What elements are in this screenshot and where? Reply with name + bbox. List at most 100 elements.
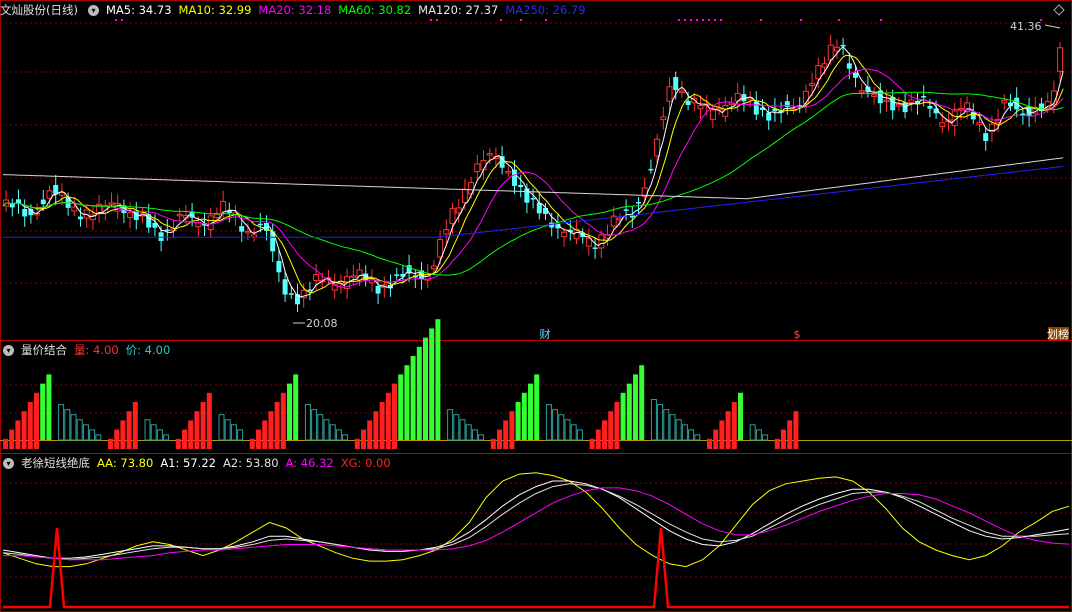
volume-bar-base (3, 440, 8, 449)
volume-bar-base (497, 440, 502, 449)
volume-bar-base (175, 440, 181, 449)
candle-body (697, 105, 704, 110)
candle-body (158, 232, 164, 241)
series-xg-line (3, 527, 1069, 609)
volume-bar (639, 365, 645, 440)
volume-bar (497, 429, 502, 440)
low-label: 20.08 (306, 317, 338, 330)
volume-bar (793, 411, 799, 440)
volume-bar (293, 374, 299, 440)
price-bar (478, 434, 485, 441)
price-bar (755, 429, 762, 441)
volume-bar-base (379, 440, 385, 449)
price-bar (465, 424, 472, 441)
volume-bar (206, 392, 212, 440)
ma60-line (2, 91, 1064, 276)
price-bar (311, 409, 318, 441)
price-bar (304, 404, 311, 441)
candle-body (455, 207, 462, 214)
volume-bar-base (34, 440, 39, 449)
signal-dot (520, 19, 522, 21)
volume-bar (719, 420, 725, 440)
candle-body (673, 77, 679, 91)
volume-bar-base (188, 440, 194, 449)
chevron-down-icon[interactable]: ▾ (3, 344, 14, 356)
signal-dot (720, 19, 722, 21)
volume-bar (626, 383, 632, 440)
volume-bar-base (385, 440, 391, 449)
price-bar (64, 409, 71, 441)
candle-body (394, 274, 400, 276)
volume-bar-base (249, 440, 255, 449)
candle-body (257, 223, 263, 226)
volume-bar (194, 411, 200, 440)
signal-dot (684, 19, 686, 21)
price-bar (218, 414, 225, 441)
aa-label: AA: 73.80 (97, 456, 154, 470)
price-bar (681, 424, 688, 441)
price-bar (762, 434, 769, 441)
signal-dot (800, 19, 802, 21)
volume-bar (182, 429, 187, 440)
volume-bar-base (114, 440, 120, 449)
candle-body (685, 100, 691, 105)
candle-body (251, 234, 258, 238)
volume-bar (40, 383, 46, 440)
signal-dot (696, 19, 698, 21)
panel3-header: ▾ 老徐短线绝底 AA: 73.80 A1: 57.22 A2: 53.80 A… (0, 454, 398, 472)
volume-bar (633, 374, 638, 440)
volume-bar-base (719, 440, 725, 449)
price-bar (230, 424, 237, 441)
ma5-label: MA5: 34.73 (105, 3, 172, 17)
price-bar (317, 414, 324, 441)
volume-bar-base (774, 440, 780, 449)
volume-bar (435, 319, 441, 440)
candle-body (895, 104, 902, 107)
candle-body (598, 234, 605, 249)
volume-bar-base (787, 440, 793, 449)
candle-body (288, 293, 294, 295)
chevron-down-icon[interactable]: ▾ (3, 457, 14, 469)
price-bar (82, 424, 89, 441)
volume-bar (256, 429, 261, 440)
volume-bar (534, 374, 540, 440)
candle-body (853, 72, 858, 78)
volume-bar-base (9, 440, 15, 449)
volume-bar (200, 402, 206, 440)
candle-body (890, 96, 896, 111)
volume-bar (410, 356, 416, 440)
volume-bar (602, 420, 607, 440)
price-bar (95, 434, 102, 441)
marker-text: 财 (540, 327, 551, 341)
candle-body (430, 265, 437, 270)
volume-bar (9, 429, 15, 440)
price-bar (342, 434, 349, 441)
volume-bar-base (595, 440, 601, 449)
price-bar (447, 409, 454, 441)
chevron-down-icon[interactable]: ▾ (87, 4, 99, 16)
volume-bar-base (781, 440, 786, 449)
ma250-label: MA250: 26.79 (505, 3, 586, 17)
volume-bar (108, 438, 113, 440)
volume-bar (490, 438, 496, 440)
volume-bar (774, 438, 780, 440)
price-bar (150, 424, 157, 441)
price-bar (552, 409, 559, 441)
price-bar (237, 429, 244, 441)
signal-dot (690, 19, 692, 21)
volume-bar (379, 402, 385, 440)
signal-dot (838, 19, 840, 21)
ma120-label: MA120: 27.37 (418, 3, 499, 17)
volume-bar (392, 383, 397, 440)
price-bar (657, 404, 664, 441)
volume-bar (787, 420, 793, 440)
price-bar (663, 409, 670, 441)
signal-dot (714, 19, 716, 21)
volume-bar-base (361, 440, 366, 449)
signal-dot (115, 19, 117, 21)
volume-bar (521, 392, 527, 440)
volume-bar-base (280, 440, 286, 449)
volume-bar-base (256, 440, 261, 449)
volume-bar (287, 383, 292, 440)
volume-bar (509, 411, 515, 440)
